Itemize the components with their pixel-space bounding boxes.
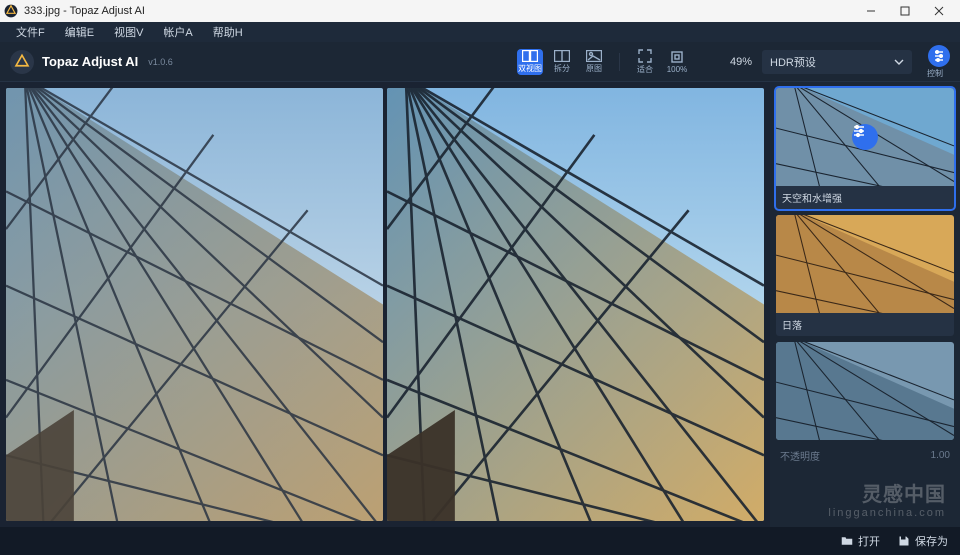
view-original-label: 原图 [586,63,602,74]
brand-name: Topaz Adjust AI [42,54,138,69]
view-dual-label: 双视图 [518,63,542,74]
preset-active-icon [852,124,878,150]
brand-logo-icon [10,50,34,74]
main-area: 天空和水增强 日落 不透明度 1.00 [0,82,960,527]
fit-label: 适合 [637,64,653,75]
open-button[interactable]: 打开 [841,533,880,549]
zoom-percent: 49% [730,56,752,68]
toolbar: Topaz Adjust AI v1.0.6 双视图 拆分 原图 适合 100%… [0,42,960,82]
menu-file[interactable]: 文件F [6,22,55,42]
control-panel-button[interactable] [928,45,950,67]
viewer [0,82,770,527]
preset-label: 天空和水增强 [776,186,954,209]
menu-help[interactable]: 帮助H [203,22,253,42]
minimize-button[interactable] [854,0,888,22]
before-pane[interactable] [6,88,383,521]
after-pane[interactable] [387,88,764,521]
view-dual-button[interactable]: 双视图 [517,49,543,75]
view-split-button[interactable]: 拆分 [549,49,575,75]
preset-panel: 天空和水增强 日落 不透明度 1.00 [770,82,960,527]
menubar: 文件F 编辑E 视图V 帐户A 帮助H [0,22,960,42]
window-title: 333.jpg - Topaz Adjust AI [24,5,854,17]
app-icon [4,4,18,18]
sliders-icon [933,50,945,62]
folder-icon [841,535,853,547]
opacity-value: 1.00 [931,450,950,461]
footer: 打开 保存为 [0,527,960,555]
view-mode-group: 双视图 拆分 原图 适合 100% [517,49,690,75]
brand-version: v1.0.6 [148,57,173,67]
open-label: 打开 [858,533,880,549]
opacity-label: 不透明度 [780,448,820,463]
zoom-100-button[interactable]: 100% [664,49,690,75]
separator [619,53,620,71]
menu-view[interactable]: 视图V [104,22,153,42]
preset-dropdown-label: HDR预设 [770,54,816,70]
brand: Topaz Adjust AI v1.0.6 [10,50,173,74]
view-original-button[interactable]: 原图 [581,49,607,75]
preset-card-sky-water[interactable]: 天空和水增强 [776,88,954,209]
preset-dropdown[interactable]: HDR预设 [762,50,912,74]
maximize-button[interactable] [888,0,922,22]
opacity-row: 不透明度 1.00 [776,446,954,465]
save-as-button[interactable]: 保存为 [898,533,948,549]
save-as-label: 保存为 [915,533,948,549]
save-icon [898,535,910,547]
view-split-label: 拆分 [554,63,570,74]
preset-card-3[interactable] [776,342,954,440]
zoom-100-label: 100% [667,65,687,74]
close-button[interactable] [922,0,956,22]
preset-label: 日落 [776,313,954,336]
titlebar: 333.jpg - Topaz Adjust AI [0,0,960,22]
menu-edit[interactable]: 编辑E [55,22,104,42]
control-label: 控制 [927,68,943,79]
preset-card-sunset[interactable]: 日落 [776,215,954,336]
menu-account[interactable]: 帐户A [153,22,202,42]
chevron-down-icon [894,59,904,65]
fit-button[interactable]: 适合 [632,49,658,75]
